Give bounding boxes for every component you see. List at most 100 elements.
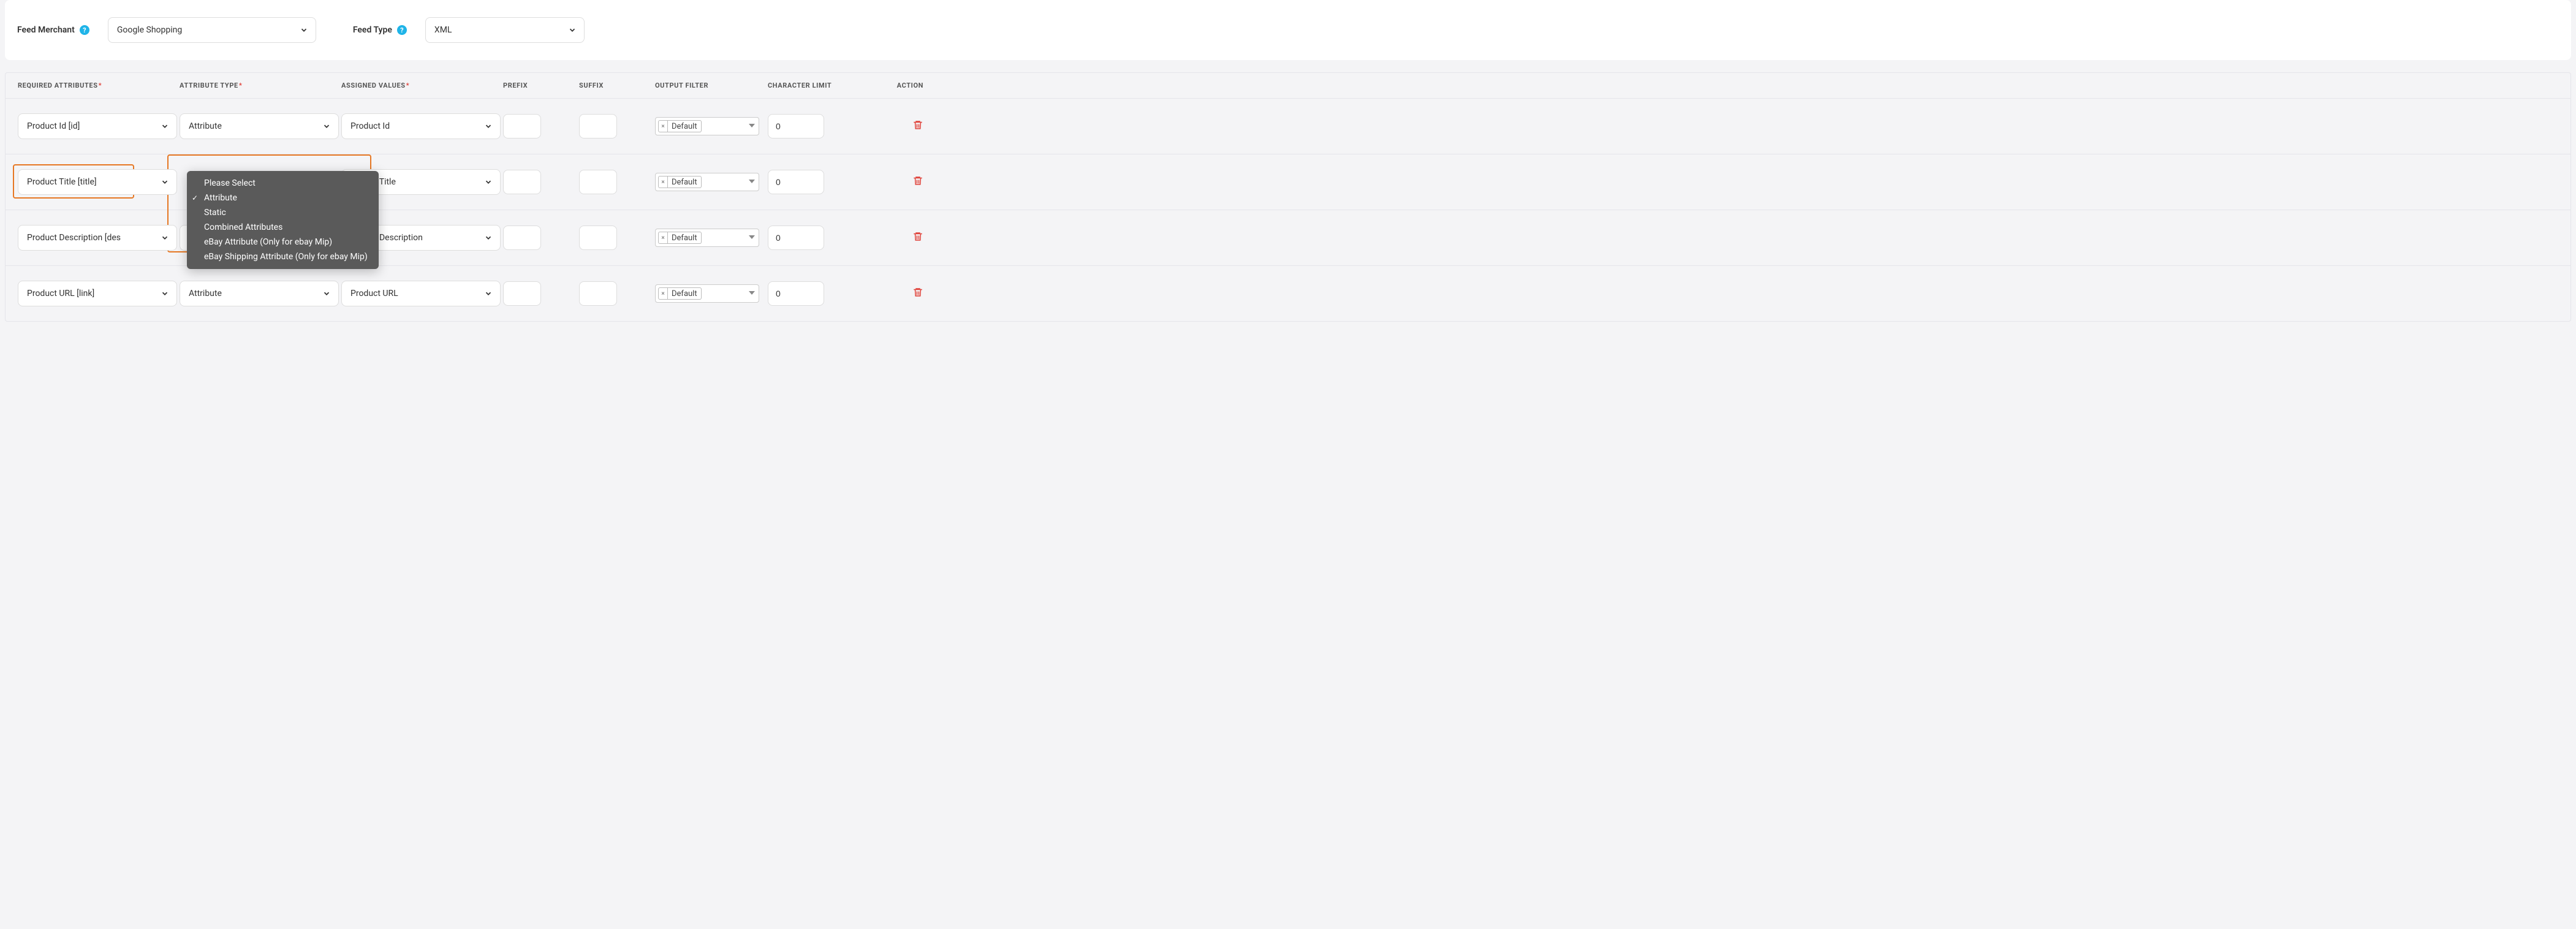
output-filter-select[interactable]: × Default <box>655 229 759 247</box>
help-icon[interactable]: ? <box>397 25 407 35</box>
required-attribute-select[interactable]: Product URL [link] <box>18 281 177 306</box>
character-limit-input[interactable] <box>768 170 824 194</box>
required-attribute-value: Product URL [link] <box>27 289 94 298</box>
table-row: Product Description [des Attribute duct … <box>6 210 2570 266</box>
delete-row-button[interactable] <box>912 119 923 131</box>
feed-merchant-select[interactable]: Google Shopping <box>108 17 316 43</box>
output-filter-tag: Default <box>668 287 702 300</box>
remove-tag-button[interactable]: × <box>658 287 668 300</box>
output-filter-tag: Default <box>668 176 702 188</box>
suffix-input[interactable] <box>579 114 617 138</box>
prefix-input[interactable] <box>503 281 541 306</box>
th-suffix: SUFFIX <box>579 82 653 89</box>
assigned-value-select[interactable]: Product URL <box>341 281 501 306</box>
attribute-type-select[interactable]: Attribute <box>180 281 339 306</box>
feed-type-label: Feed Type ? <box>353 25 407 35</box>
assigned-value: Product URL <box>350 289 398 298</box>
prefix-input[interactable] <box>503 226 541 250</box>
output-filter-tag: Default <box>668 120 702 132</box>
help-icon[interactable]: ? <box>80 25 89 35</box>
th-prefix: PREFIX <box>503 82 577 89</box>
output-filter-select[interactable]: × Default <box>655 117 759 135</box>
dropdown-option-label: eBay Shipping Attribute (Only for ebay M… <box>204 252 368 262</box>
character-limit-input[interactable] <box>768 114 824 138</box>
required-attribute-select[interactable]: Product Title [title] <box>18 169 177 195</box>
dropdown-option-label: Attribute <box>204 193 237 203</box>
remove-tag-button[interactable]: × <box>658 120 668 132</box>
chevron-down-icon <box>300 26 308 34</box>
dropdown-option[interactable]: eBay Shipping Attribute (Only for ebay M… <box>187 249 379 264</box>
character-limit-input[interactable] <box>768 281 824 306</box>
dropdown-option[interactable]: ✓ Attribute <box>187 191 379 205</box>
chevron-down-icon <box>161 289 169 298</box>
table-row: Product URL [link] Attribute Product URL… <box>6 266 2570 321</box>
required-attribute-value: Product Description [des <box>27 233 121 243</box>
output-filter-select[interactable]: × Default <box>655 173 759 191</box>
suffix-input[interactable] <box>579 226 617 250</box>
feed-merchant-value: Google Shopping <box>117 25 182 35</box>
remove-tag-button[interactable]: × <box>658 232 668 244</box>
chevron-down-icon <box>322 289 331 298</box>
chevron-down-icon <box>484 289 493 298</box>
prefix-input[interactable] <box>503 170 541 194</box>
remove-tag-button[interactable]: × <box>658 176 668 188</box>
th-assigned-values: ASSIGNED VALUES <box>341 82 501 89</box>
chevron-down-icon <box>161 122 169 131</box>
th-required-attributes: REQUIRED ATTRIBUTES <box>18 82 177 89</box>
dropdown-option-label: Static <box>204 208 226 218</box>
feed-type-value: XML <box>434 25 452 35</box>
dropdown-option[interactable]: Combined Attributes <box>187 220 379 235</box>
top-config-panel: Feed Merchant ? Google Shopping Feed Typ… <box>5 0 2571 60</box>
caret-down-icon <box>749 177 755 187</box>
feed-merchant-label: Feed Merchant ? <box>17 25 89 35</box>
feed-merchant-group: Feed Merchant ? Google Shopping <box>17 17 316 43</box>
dropdown-option-label: eBay Attribute (Only for ebay Mip) <box>204 237 332 247</box>
delete-row-button[interactable] <box>912 175 923 186</box>
attribute-type-value: Attribute <box>189 121 222 131</box>
required-attribute-select[interactable]: Product Id [id] <box>18 113 177 139</box>
dropdown-header: Please Select <box>187 176 379 191</box>
caret-down-icon <box>749 233 755 243</box>
th-output-filter: OUTPUT FILTER <box>655 82 765 89</box>
suffix-input[interactable] <box>579 281 617 306</box>
prefix-input[interactable] <box>503 114 541 138</box>
attribute-type-value: Attribute <box>189 289 222 298</box>
assigned-value: Product Id <box>350 121 390 131</box>
required-attribute-value: Product Id [id] <box>27 121 80 131</box>
feed-type-group: Feed Type ? XML <box>353 17 585 43</box>
table-row: Product Title [title] Please Select ✓ At… <box>6 154 2570 210</box>
attribute-type-select[interactable]: Attribute <box>180 113 339 139</box>
character-limit-input[interactable] <box>768 226 824 250</box>
caret-down-icon <box>749 289 755 298</box>
required-attribute-value: Product Title [title] <box>27 177 97 187</box>
chevron-down-icon <box>161 178 169 186</box>
chevron-down-icon <box>322 122 331 131</box>
chevron-down-icon <box>484 178 493 186</box>
th-action: ACTION <box>868 82 923 89</box>
delete-row-button[interactable] <box>912 231 923 242</box>
chevron-down-icon <box>484 233 493 242</box>
feed-type-select[interactable]: XML <box>425 17 585 43</box>
table-row: Product Id [id] Attribute Product Id × D… <box>6 99 2570 154</box>
assigned-value-select[interactable]: Product Id <box>341 113 501 139</box>
feed-merchant-label-text: Feed Merchant <box>17 25 75 35</box>
output-filter-select[interactable]: × Default <box>655 284 759 303</box>
output-filter-tag: Default <box>668 232 702 244</box>
chevron-down-icon <box>484 122 493 131</box>
table-header: REQUIRED ATTRIBUTES ATTRIBUTE TYPE ASSIG… <box>6 73 2570 99</box>
dropdown-option[interactable]: Static <box>187 205 379 220</box>
caret-down-icon <box>749 121 755 131</box>
chevron-down-icon <box>161 233 169 242</box>
attribute-type-dropdown: Please Select ✓ Attribute Static Combine… <box>187 171 379 269</box>
check-icon: ✓ <box>192 194 198 202</box>
dropdown-option-label: Combined Attributes <box>204 222 282 232</box>
th-attribute-type: ATTRIBUTE TYPE <box>180 82 339 89</box>
feed-type-label-text: Feed Type <box>353 25 392 35</box>
chevron-down-icon <box>568 26 577 34</box>
suffix-input[interactable] <box>579 170 617 194</box>
delete-row-button[interactable] <box>912 287 923 298</box>
dropdown-option[interactable]: eBay Attribute (Only for ebay Mip) <box>187 235 379 249</box>
th-character-limit: CHARACTER LIMIT <box>768 82 866 89</box>
attributes-table: REQUIRED ATTRIBUTES ATTRIBUTE TYPE ASSIG… <box>5 72 2571 322</box>
required-attribute-select[interactable]: Product Description [des <box>18 225 177 251</box>
